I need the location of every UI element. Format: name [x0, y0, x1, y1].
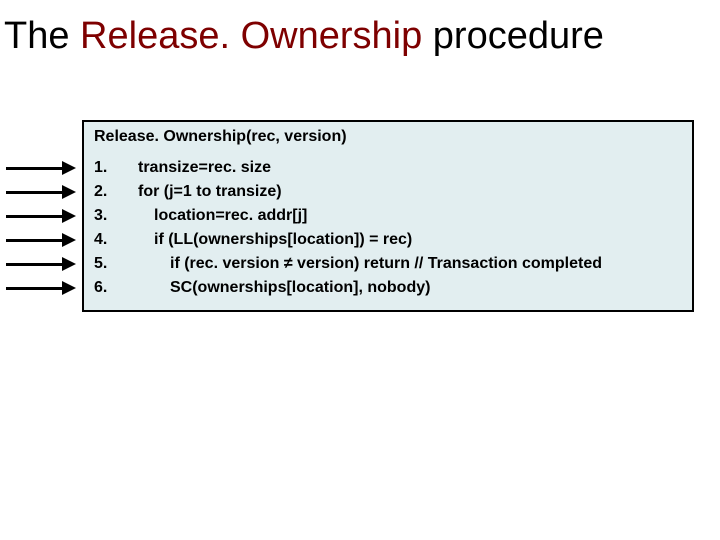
arrow-column: [6, 158, 78, 298]
arrow-right-icon: [6, 182, 78, 202]
line-text: if (rec. version ≠ version) return // Tr…: [126, 252, 602, 276]
line-number: 5.: [94, 252, 126, 276]
line-text: for (j=1 to transize): [126, 180, 282, 204]
code-line: 4.if (LL(ownerships[location]) = rec): [94, 228, 682, 252]
code-line: 5.if (rec. version ≠ version) return // …: [94, 252, 682, 276]
code-line: 3.location=rec. addr[j]: [94, 204, 682, 228]
procedure-body: 1.transize=rec. size2.for (j=1 to transi…: [94, 156, 682, 300]
code-box: Release. Ownership(rec, version) 1.trans…: [82, 120, 694, 312]
line-text: location=rec. addr[j]: [126, 204, 307, 228]
line-number: 3.: [94, 204, 126, 228]
title-prefix: The: [4, 15, 80, 57]
arrow-right-icon: [6, 278, 78, 298]
line-number: 2.: [94, 180, 126, 204]
line-number: 4.: [94, 228, 126, 252]
line-text: if (LL(ownerships[location]) = rec): [126, 228, 412, 252]
arrow-right-icon: [6, 230, 78, 250]
title-keyword: Release. Ownership: [80, 15, 422, 57]
code-line: 2.for (j=1 to transize): [94, 180, 682, 204]
arrow-right-icon: [6, 206, 78, 226]
slide: The Release. Ownership procedure Release…: [0, 0, 720, 540]
slide-title: The Release. Ownership procedure: [4, 16, 716, 58]
line-text: SC(ownerships[location], nobody): [126, 276, 430, 300]
line-number: 1.: [94, 156, 126, 180]
code-line: 1.transize=rec. size: [94, 156, 682, 180]
arrow-right-icon: [6, 158, 78, 178]
arrow-right-icon: [6, 254, 78, 274]
title-suffix: procedure: [422, 15, 604, 57]
procedure-signature: Release. Ownership(rec, version): [94, 128, 682, 146]
line-text: transize=rec. size: [126, 156, 271, 180]
line-number: 6.: [94, 276, 126, 300]
code-line: 6.SC(ownerships[location], nobody): [94, 276, 682, 300]
